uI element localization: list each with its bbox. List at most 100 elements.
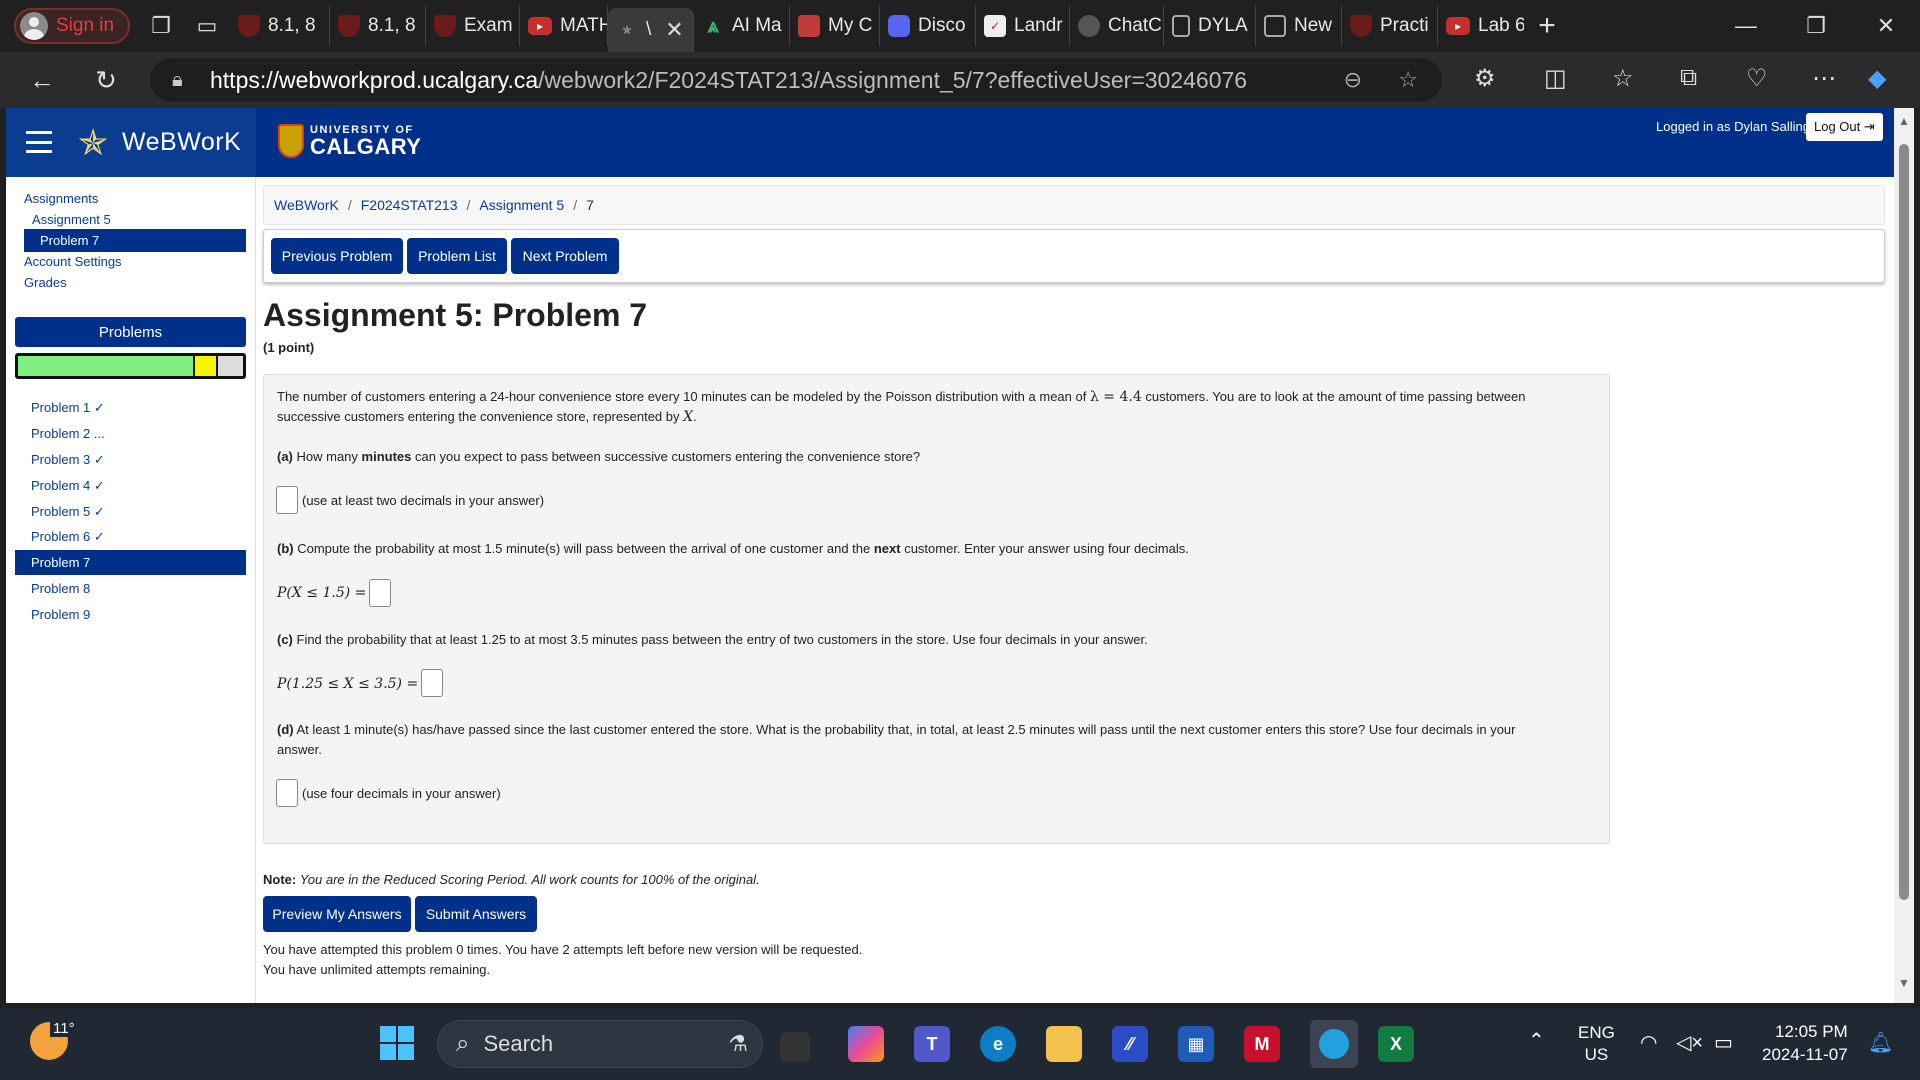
taskbar-search[interactable]: ⌕ Search ⚗ xyxy=(437,1020,763,1068)
ucalgary-logo[interactable]: UNIVERSITY OF CALGARY xyxy=(278,124,421,158)
problem-points: (1 point) xyxy=(263,340,315,355)
document-favicon-icon xyxy=(1172,15,1190,37)
problem-list-item[interactable]: Problem 4 ✓ xyxy=(15,473,246,498)
search-highlight-icon: ⚗ xyxy=(728,1031,748,1056)
language-indicator[interactable]: ENG US xyxy=(1578,1022,1615,1066)
new-tab-button[interactable]: + xyxy=(1524,9,1570,43)
webwork-brand[interactable]: WeBWorK xyxy=(122,128,241,157)
favorite-star-icon[interactable]: ☆ xyxy=(1398,67,1418,93)
battery-icon[interactable]: ▭ xyxy=(1714,1030,1733,1055)
answer-a-input[interactable] xyxy=(276,486,298,514)
tab-1[interactable]: 8.1, 8 xyxy=(230,6,330,46)
refresh-icon[interactable]: ↻ xyxy=(74,65,138,96)
hamburger-menu-icon[interactable] xyxy=(26,131,52,153)
scroll-down-icon[interactable]: ▼ xyxy=(1898,976,1910,990)
sidebar-link-problem-7[interactable]: Problem 7 xyxy=(24,229,246,252)
store-icon[interactable]: ▦ xyxy=(1178,1026,1214,1062)
problem-list-item[interactable]: Problem 1 ✓ xyxy=(15,395,246,420)
tab-2[interactable]: 8.1, 8 xyxy=(330,6,426,46)
answer-d-input[interactable] xyxy=(276,779,298,807)
problem-intro: The number of customers entering a 24-ho… xyxy=(277,389,1526,425)
close-window-icon[interactable]: ✕ xyxy=(1856,0,1916,52)
breadcrumb-webwork[interactable]: WeBWorK xyxy=(274,197,339,213)
collections-icon[interactable]: ⧉ xyxy=(1680,64,1697,92)
mcafee-icon[interactable]: M xyxy=(1244,1026,1280,1062)
windows-start-icon[interactable] xyxy=(380,1026,414,1060)
restore-icon[interactable]: ❐ xyxy=(1786,0,1846,52)
tab-7[interactable]: My C xyxy=(790,6,880,46)
more-menu-icon[interactable]: ⋯ xyxy=(1812,64,1836,93)
part-d-question: (d) At least 1 minute(s) has/have passed… xyxy=(277,722,1516,757)
breadcrumb-assignment[interactable]: Assignment 5 xyxy=(479,197,564,213)
breadcrumb: WeBWorK / F2024STAT213/ Assignment 5/ 7 xyxy=(263,185,1885,225)
scroll-thumb[interactable] xyxy=(1899,144,1909,900)
ucalgary-favicon-icon xyxy=(1350,15,1372,37)
breadcrumb-course[interactable]: F2024STAT213 xyxy=(361,197,458,213)
sidebar-link-assignment-5[interactable]: Assignment 5 xyxy=(32,212,111,227)
answer-c-input[interactable] xyxy=(421,669,443,697)
problem-list-item[interactable]: Problem 6 ✓ xyxy=(15,524,246,549)
sidebar-link-assignments[interactable]: Assignments xyxy=(24,191,98,206)
tab-11[interactable]: DYLA xyxy=(1164,6,1256,46)
tab-9[interactable]: ✓ Landr xyxy=(976,6,1070,46)
tab-3[interactable]: Exam xyxy=(426,6,520,46)
browser-essentials-icon[interactable]: ♡ xyxy=(1746,64,1768,93)
problem-list-button[interactable]: Problem List xyxy=(407,238,507,274)
edge-icon[interactable]: e xyxy=(980,1026,1016,1062)
sidebar-link-grades[interactable]: Grades xyxy=(24,275,67,290)
copilot-icon[interactable]: ◆ xyxy=(1868,64,1886,93)
tab-10[interactable]: ChatC xyxy=(1070,6,1164,46)
zoom-icon[interactable]: ⊖ xyxy=(1344,67,1362,93)
scroll-up-icon[interactable]: ▲ xyxy=(1898,114,1910,128)
close-tab-icon[interactable]: ✕ xyxy=(665,17,683,43)
problem-list-item[interactable]: Problem 2 ... xyxy=(15,421,246,446)
copilot-app-icon[interactable] xyxy=(848,1026,884,1062)
back-icon[interactable]: ← xyxy=(10,65,74,96)
problem-list-item[interactable]: Problem 8 xyxy=(15,576,246,601)
answer-b-input[interactable] xyxy=(369,579,391,607)
ucalgary-shield-icon xyxy=(278,124,304,158)
sidebar: Assignments Assignment 5 Problem 7 Accou… xyxy=(6,177,256,1003)
problem-list-item[interactable]: Problem 5 ✓ xyxy=(15,499,246,524)
app-icon[interactable]: ⁄⁄ xyxy=(1112,1026,1148,1062)
tab-12[interactable]: New xyxy=(1256,6,1342,46)
tray-overflow-icon[interactable]: ⌃ xyxy=(1528,1028,1545,1053)
edge-active-icon[interactable] xyxy=(1310,1020,1358,1068)
file-explorer-icon[interactable] xyxy=(1046,1026,1082,1062)
problem-list-item[interactable]: Problem 9 xyxy=(15,602,246,627)
minimize-icon[interactable]: — xyxy=(1716,0,1776,52)
discord-favicon-icon xyxy=(888,15,910,37)
tab-4[interactable]: ▸ MATH xyxy=(520,6,608,46)
split-screen-icon[interactable]: ◫ xyxy=(1544,64,1567,93)
sidebar-link-account-settings[interactable]: Account Settings xyxy=(24,254,122,269)
next-problem-button[interactable]: Next Problem xyxy=(511,238,619,274)
preview-answers-button[interactable]: Preview My Answers xyxy=(263,896,411,932)
excel-icon[interactable]: X xyxy=(1378,1026,1414,1062)
teams-icon[interactable]: T xyxy=(914,1026,950,1062)
clock[interactable]: 12:05 PM 2024-11-07 xyxy=(1762,1020,1848,1066)
submit-answers-button[interactable]: Submit Answers xyxy=(415,896,537,932)
wifi-icon[interactable]: ◠ xyxy=(1640,1030,1657,1055)
problem-list-item[interactable]: Problem 3 ✓ xyxy=(15,447,246,472)
logout-button[interactable]: Log Out ⇥ xyxy=(1806,113,1883,141)
tab-5-active[interactable]: ✯ \ ✕ xyxy=(608,8,694,52)
webwork-favicon-icon: ✯ xyxy=(621,23,633,37)
browser-tab-bar: Sign in ❐ ▭ 8.1, 8 8.1, 8 Exam ▸ MATH ✯ \ ✕… xyxy=(0,0,1920,52)
task-view-icon[interactable] xyxy=(780,1032,810,1062)
tab-actions-icon[interactable]: ▭ xyxy=(184,13,230,39)
sign-in-button[interactable]: Sign in xyxy=(14,8,130,44)
tab-6[interactable]: ⩓ AI Ma xyxy=(694,6,790,46)
volume-muted-icon[interactable]: ◁× xyxy=(1676,1030,1703,1055)
favorites-icon[interactable]: ☆ xyxy=(1612,64,1634,93)
previous-problem-button[interactable]: Previous Problem xyxy=(271,238,403,274)
tab-14[interactable]: ▸ Lab 6 xyxy=(1438,6,1524,46)
notification-bell-icon[interactable]: 🔔︎ xyxy=(1868,1030,1893,1055)
problem-list-item-current[interactable]: Problem 7 xyxy=(15,550,246,575)
tab-8[interactable]: Disco xyxy=(880,6,976,46)
page-scrollbar[interactable]: ▲ ▼ xyxy=(1894,108,1914,1003)
tab-13[interactable]: Practi xyxy=(1342,6,1438,46)
workspaces-icon[interactable]: ❐ xyxy=(138,13,184,39)
url-bar[interactable]: 🔒︎ https://webworkprod.ucalgary.ca/webwo… xyxy=(150,58,1442,102)
extensions-icon[interactable]: ⚙ xyxy=(1474,64,1496,93)
mymathlab-favicon-icon xyxy=(798,15,820,37)
